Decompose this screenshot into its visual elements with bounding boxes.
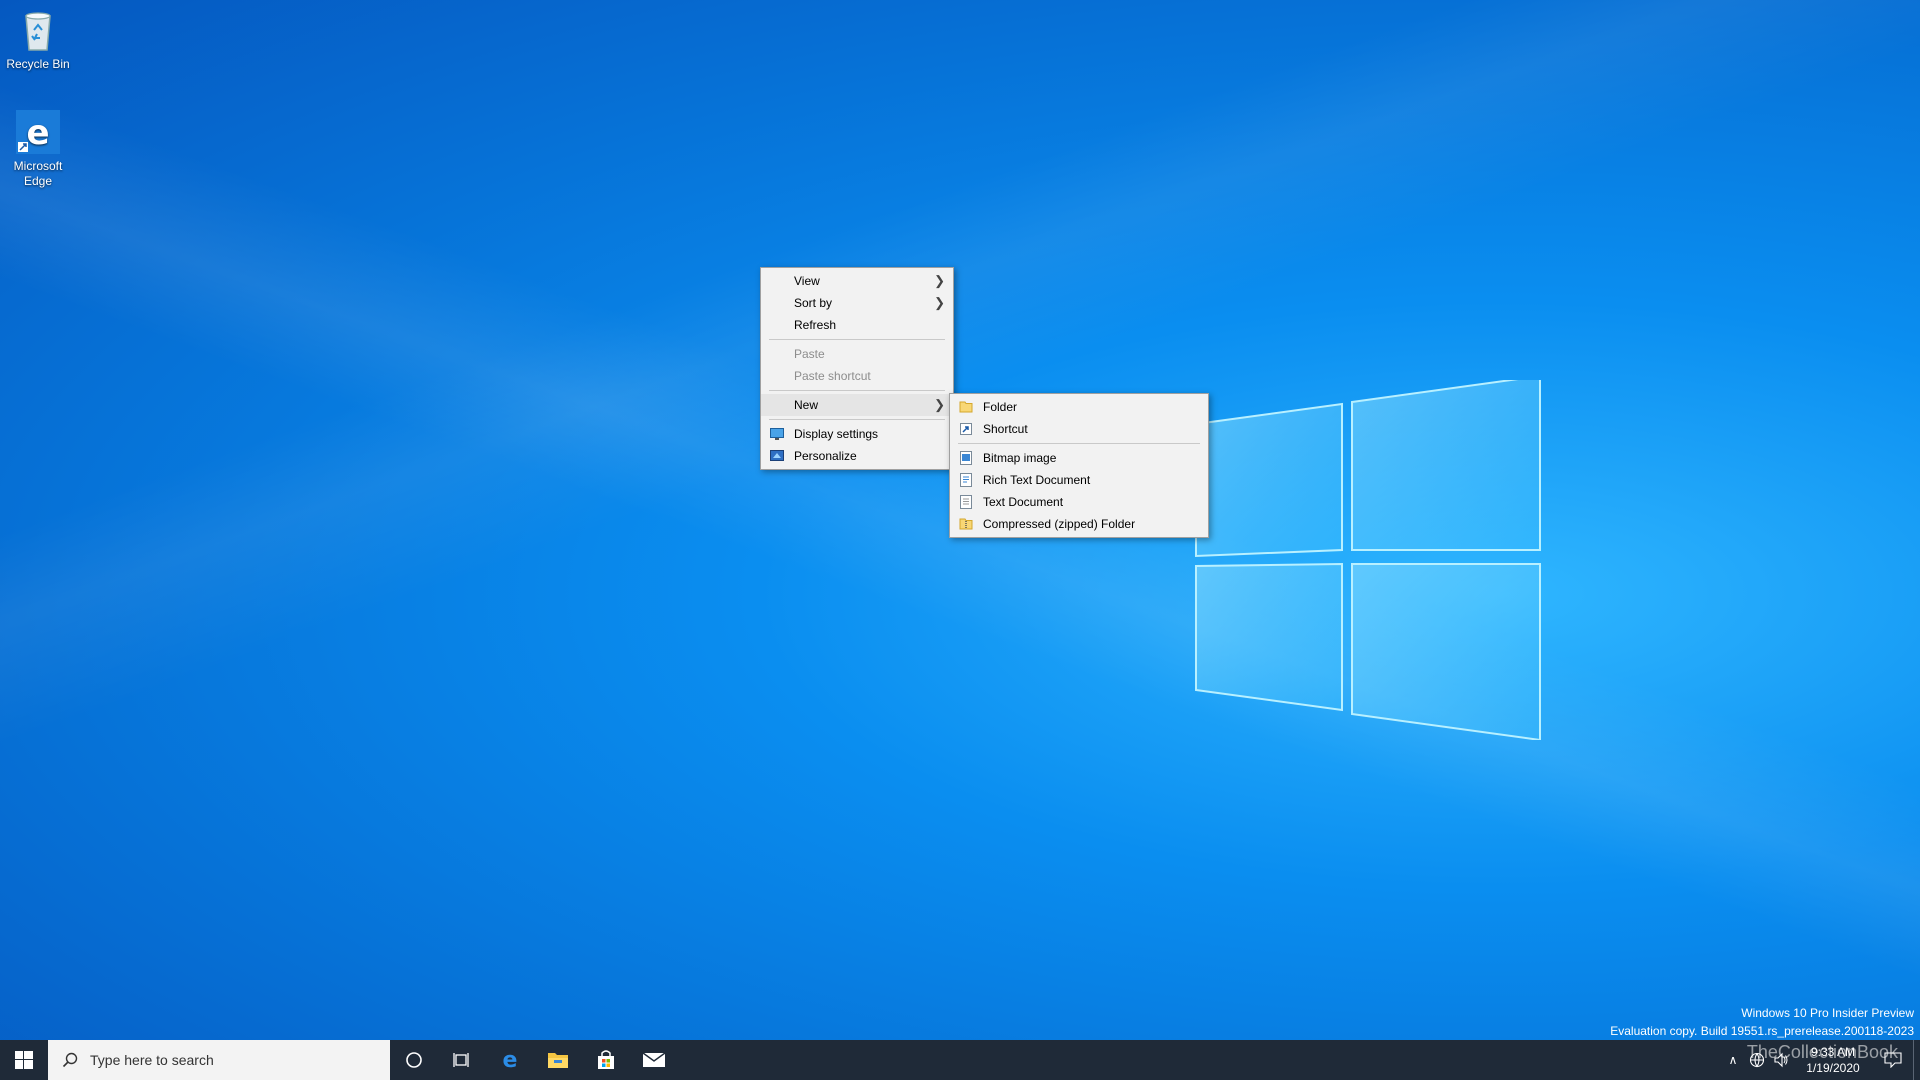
menu-item-label: View bbox=[794, 274, 820, 288]
folder-icon bbox=[959, 401, 973, 413]
svg-text:e: e bbox=[26, 113, 49, 153]
taskbar: Type here to search e ∧ 9:33 AM 1/19/202… bbox=[0, 1040, 1920, 1080]
menu-item-label: Display settings bbox=[794, 427, 879, 441]
watermark-edition: Windows 10 Pro Insider Preview bbox=[1741, 1006, 1914, 1020]
desktop-icon-label: Microsoft Edge bbox=[13, 159, 63, 188]
submenu-item-text-document[interactable]: Text Document bbox=[950, 491, 1208, 513]
menu-separator bbox=[958, 443, 1200, 444]
show-desktop-button[interactable] bbox=[1913, 1040, 1920, 1080]
desktop-icon-label: Recycle Bin bbox=[6, 57, 70, 71]
watermark-build: Evaluation copy. Build 19551.rs_prerelea… bbox=[1610, 1024, 1914, 1038]
light-beam bbox=[0, 0, 1920, 1080]
menu-item-label: Rich Text Document bbox=[983, 473, 1091, 487]
desktop-icon-microsoft-edge[interactable]: e Microsoft Edge bbox=[0, 108, 76, 189]
taskbar-store-button[interactable] bbox=[582, 1040, 630, 1080]
menu-item-label: Paste bbox=[794, 347, 825, 361]
search-icon bbox=[62, 1052, 78, 1068]
cortana-button[interactable] bbox=[390, 1040, 438, 1080]
search-placeholder: Type here to search bbox=[90, 1052, 214, 1068]
menu-item-label: Paste shortcut bbox=[794, 369, 871, 383]
chevron-right-icon: ❯ bbox=[934, 397, 945, 412]
submenu-item-folder[interactable]: Folder bbox=[950, 396, 1208, 418]
menu-separator bbox=[769, 390, 945, 391]
menu-item-new[interactable]: New ❯ bbox=[761, 394, 953, 416]
submenu-item-shortcut[interactable]: Shortcut bbox=[950, 418, 1208, 440]
windows-logo-wallpaper bbox=[1195, 380, 1541, 740]
menu-item-label: New bbox=[794, 398, 819, 412]
chevron-right-icon: ❯ bbox=[934, 295, 945, 310]
desktop-context-menu: View ❯ Sort by ❯ Refresh Paste Paste sho… bbox=[760, 267, 954, 470]
menu-separator bbox=[769, 339, 945, 340]
taskbar-mail-button[interactable] bbox=[630, 1040, 678, 1080]
store-bag-icon bbox=[598, 1050, 614, 1069]
menu-item-label: Refresh bbox=[794, 318, 837, 332]
zip-folder-icon bbox=[959, 518, 973, 530]
submenu-item-compressed-folder[interactable]: Compressed (zipped) Folder bbox=[950, 513, 1208, 535]
menu-item-label: Compressed (zipped) Folder bbox=[983, 517, 1136, 531]
svg-text:e: e bbox=[503, 1049, 518, 1071]
site-watermark: TheCollectionBook bbox=[1746, 1042, 1898, 1062]
show-hidden-icons-button[interactable]: ∧ bbox=[1721, 1040, 1745, 1080]
menu-separator bbox=[769, 419, 945, 420]
build-watermark: Windows 10 Pro Insider Preview Evaluatio… bbox=[1610, 1004, 1914, 1040]
task-view-icon bbox=[453, 1053, 469, 1067]
recycle-bin-icon bbox=[14, 6, 62, 54]
menu-item-label: Personalize bbox=[794, 449, 857, 463]
menu-item-label: Sort by bbox=[794, 296, 833, 310]
menu-item-personalize[interactable]: Personalize bbox=[761, 445, 953, 467]
file-explorer-icon bbox=[548, 1053, 568, 1068]
task-view-button[interactable] bbox=[438, 1040, 486, 1080]
bitmap-icon bbox=[960, 451, 972, 465]
menu-item-refresh[interactable]: Refresh bbox=[761, 314, 953, 336]
edge-icon: e bbox=[503, 1049, 518, 1071]
chevron-right-icon: ❯ bbox=[934, 273, 945, 288]
menu-item-label: Shortcut bbox=[983, 422, 1028, 436]
taskbar-edge-button[interactable]: e bbox=[486, 1040, 534, 1080]
windows-start-icon bbox=[15, 1051, 33, 1069]
submenu-item-rich-text-document[interactable]: Rich Text Document bbox=[950, 469, 1208, 491]
chevron-up-icon: ∧ bbox=[1728, 1053, 1738, 1067]
menu-item-view[interactable]: View ❯ bbox=[761, 270, 953, 292]
menu-item-display-settings[interactable]: Display settings bbox=[761, 423, 953, 445]
light-beam bbox=[0, 0, 1920, 1080]
start-button[interactable] bbox=[0, 1040, 48, 1080]
mail-icon bbox=[642, 1052, 666, 1067]
shortcut-icon bbox=[960, 423, 972, 435]
menu-item-sort-by[interactable]: Sort by ❯ bbox=[761, 292, 953, 314]
text-document-icon bbox=[960, 495, 972, 509]
edge-icon: e bbox=[14, 108, 62, 156]
submenu-item-bitmap-image[interactable]: Bitmap image bbox=[950, 447, 1208, 469]
cortana-circle-icon bbox=[406, 1052, 422, 1068]
menu-item-label: Text Document bbox=[983, 495, 1064, 509]
rich-text-icon bbox=[960, 473, 972, 487]
desktop-icon-recycle-bin[interactable]: Recycle Bin bbox=[0, 6, 76, 72]
personalize-icon bbox=[770, 450, 784, 461]
taskbar-search-box[interactable]: Type here to search bbox=[48, 1040, 390, 1080]
new-submenu: Folder Shortcut Bitmap image Rich Text D… bbox=[949, 393, 1209, 538]
menu-item-paste-shortcut[interactable]: Paste shortcut bbox=[761, 365, 953, 387]
menu-item-label: Bitmap image bbox=[983, 451, 1057, 465]
menu-item-label: Folder bbox=[983, 400, 1018, 414]
display-settings-icon bbox=[770, 428, 784, 440]
menu-item-paste[interactable]: Paste bbox=[761, 343, 953, 365]
taskbar-file-explorer-button[interactable] bbox=[534, 1040, 582, 1080]
